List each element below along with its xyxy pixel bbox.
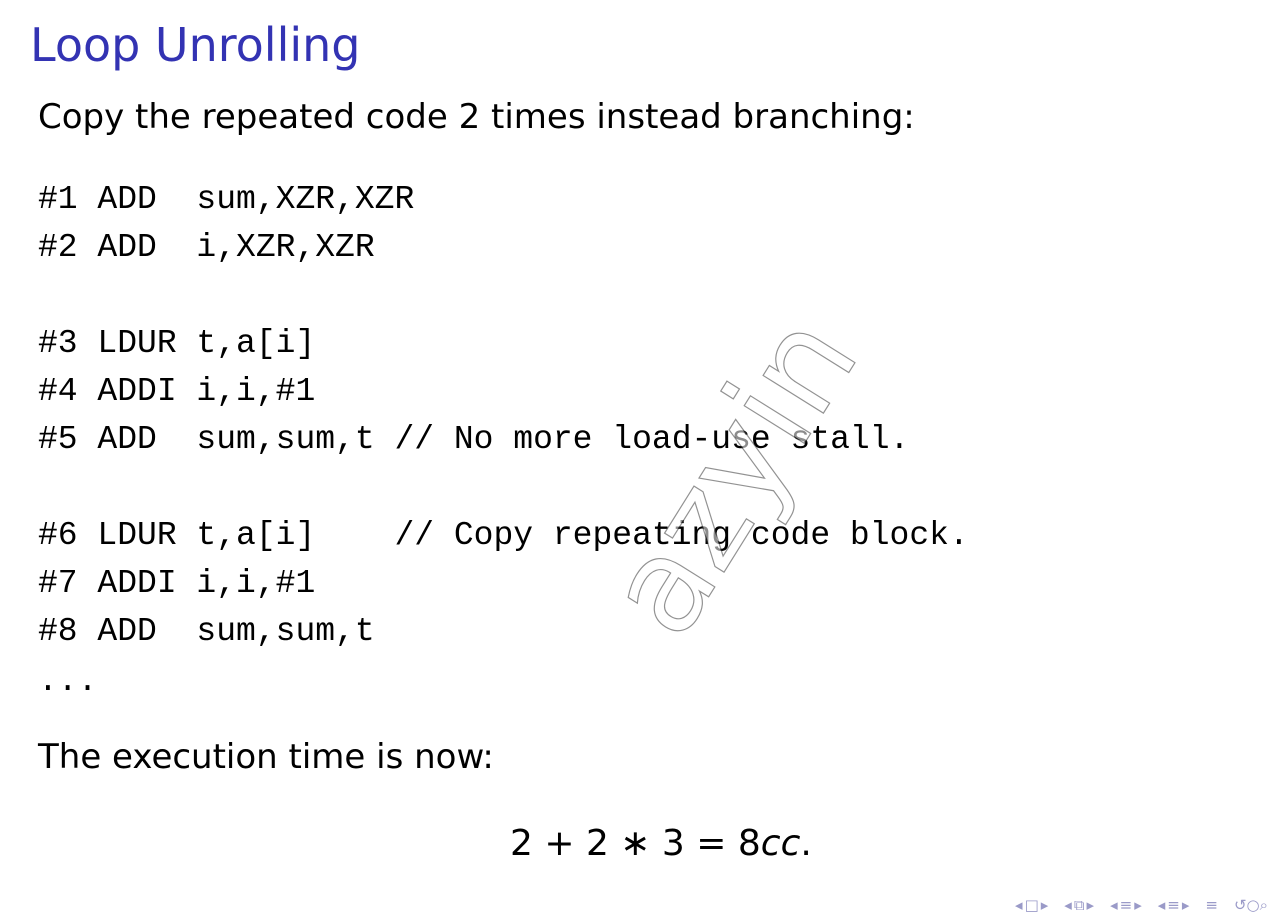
intro-text: Copy the repeated code 2 times instead b…	[38, 97, 915, 137]
code-line: #4 ADDI i,i,#1	[38, 373, 316, 410]
prev-subsection-icon[interactable]: ◂	[1110, 896, 1118, 914]
nav-group-outline: ≡	[1205, 896, 1218, 914]
code-line: #5 ADD sum,sum,t // No more load-use sta…	[38, 421, 910, 458]
code-line: #7 ADDI i,i,#1	[38, 565, 316, 602]
search-icon[interactable]: ↺○⌕	[1234, 896, 1268, 914]
beamer-navigation-bar: ◂ □ ▸ ◂ ⧉ ▸ ◂ ≡ ▸ ◂ ≡ ▸ ≡ ↺○⌕	[1005, 894, 1268, 916]
next-subsection-icon[interactable]: ▸	[1134, 896, 1142, 914]
prev-section-icon[interactable]: ◂	[1064, 896, 1072, 914]
outline-icon[interactable]: ≡	[1205, 896, 1218, 914]
watermark: azyin	[470, 289, 888, 662]
code-line: #2 ADD i,XZR,XZR	[38, 229, 375, 266]
nav-group-search: ↺○⌕	[1234, 896, 1268, 914]
equation-expression: 2 + 2 ∗ 3 = 8	[510, 823, 761, 864]
code-line: #3 LDUR t,a[i]	[38, 325, 316, 362]
subsection-icon[interactable]: ≡	[1120, 896, 1133, 914]
watermark-text: azyin	[576, 289, 888, 662]
next-icon[interactable]: ▸	[1041, 896, 1049, 914]
nav-group-section: ◂ ⧉ ▸	[1064, 896, 1094, 914]
equation: 2 + 2 ∗ 3 = 8cc.	[510, 826, 812, 862]
slide-title: Loop Unrolling	[30, 18, 361, 72]
code-ellipsis: ...	[38, 663, 98, 700]
prev-subsubsection-icon[interactable]: ◂	[1158, 896, 1166, 914]
nav-group-frame: ◂ □ ▸	[1015, 896, 1048, 914]
code-line: #6 LDUR t,a[i] // Copy repeating code bl…	[38, 517, 969, 554]
section-icon[interactable]: ⧉	[1074, 896, 1085, 914]
equation-unit: cc	[760, 823, 801, 864]
nav-group-subsection: ◂ ≡ ▸	[1110, 896, 1142, 914]
equation-end: .	[800, 823, 812, 864]
first-slide-icon[interactable]: ◂	[1015, 896, 1023, 914]
next-subsubsection-icon[interactable]: ▸	[1182, 896, 1190, 914]
frame-icon[interactable]: □	[1025, 896, 1039, 914]
code-line: #1 ADD sum,XZR,XZR	[38, 181, 415, 218]
code-line: #8 ADD sum,sum,t	[38, 613, 375, 650]
next-section-icon[interactable]: ▸	[1087, 896, 1095, 914]
outro-text: The execution time is now:	[38, 737, 494, 777]
subsubsection-icon[interactable]: ≡	[1167, 896, 1180, 914]
nav-group-subsubsection: ◂ ≡ ▸	[1158, 896, 1190, 914]
